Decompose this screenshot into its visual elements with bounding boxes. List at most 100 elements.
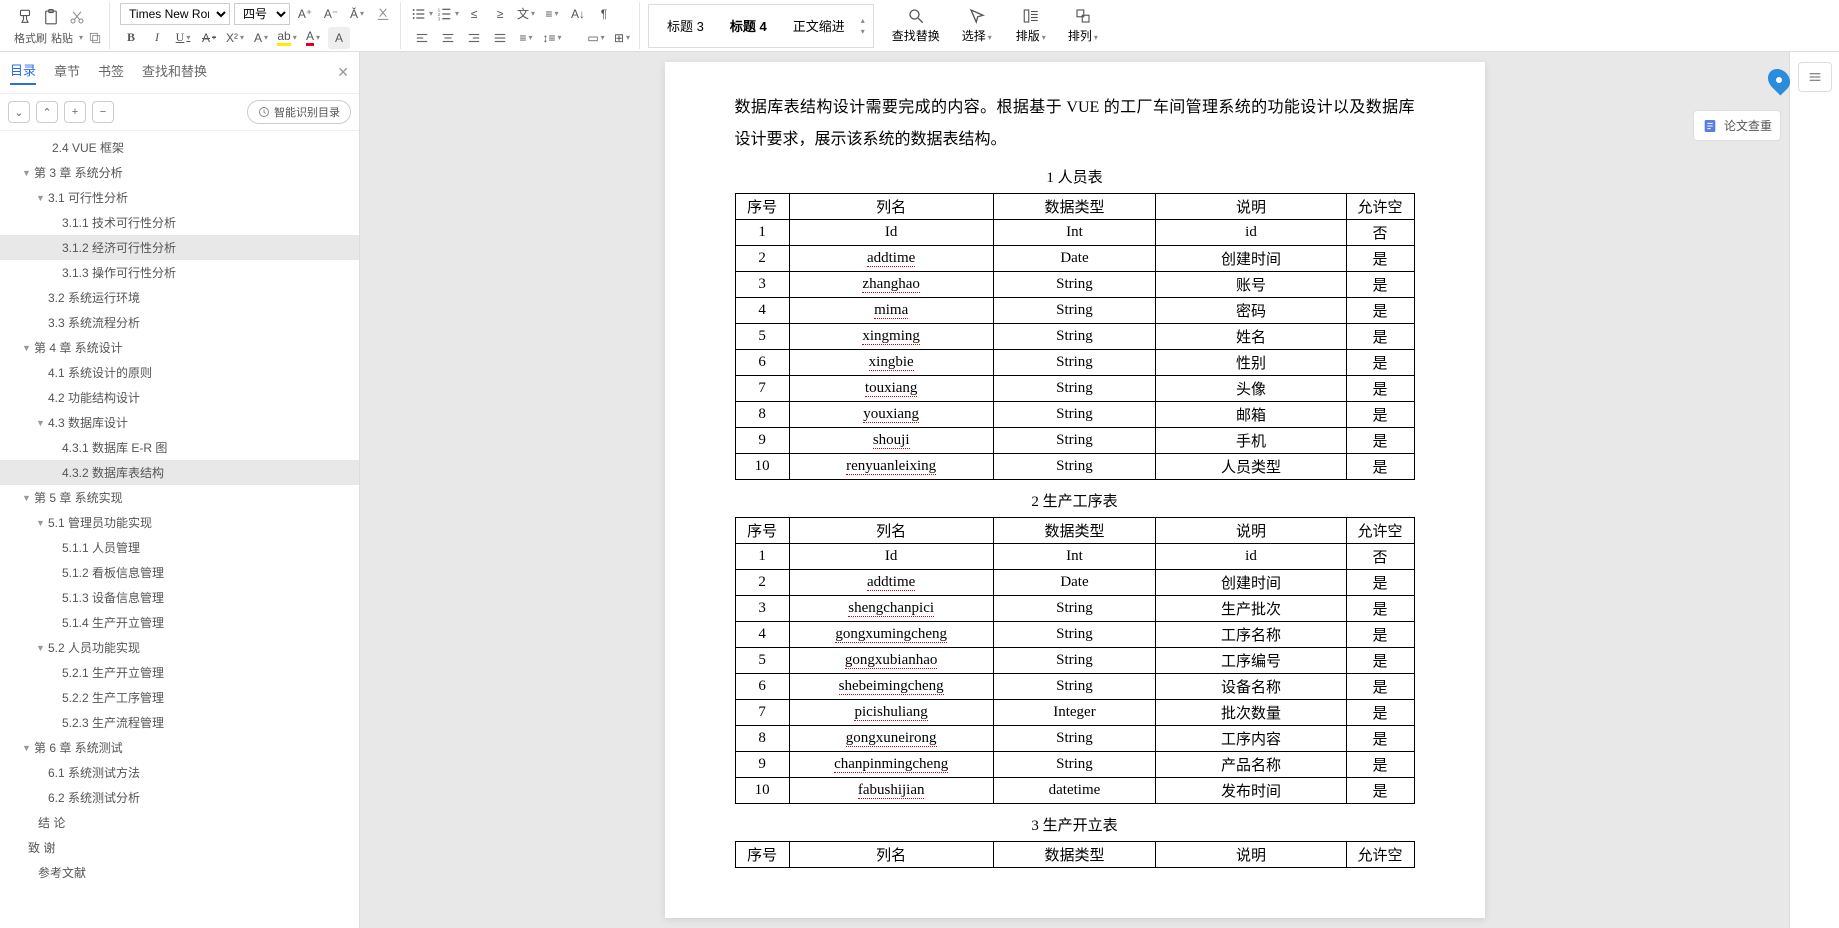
increase-font-icon[interactable]: A⁺ (294, 3, 316, 25)
tab-toc[interactable]: 目录 (10, 60, 36, 85)
toc-item[interactable]: 参考文献 (0, 860, 359, 885)
toc-item[interactable]: 5.1.4 生产开立管理 (0, 610, 359, 635)
show-marks-icon[interactable]: ¶ (593, 3, 615, 25)
font-size-select[interactable]: 四号 (234, 3, 290, 25)
toc-item[interactable]: ▼第 5 章 系统实现 (0, 485, 359, 510)
close-panel-icon[interactable]: ✕ (337, 64, 349, 81)
numbered-list-icon[interactable]: 123▾ (437, 3, 459, 25)
tab-bookmark[interactable]: 书签 (98, 61, 124, 84)
paper-check-button[interactable]: 论文查重 (1693, 110, 1781, 141)
table-cell: touxiang (789, 376, 993, 402)
copy-icon[interactable] (87, 30, 103, 46)
style-scroll-up-icon[interactable]: ▴ (861, 16, 865, 25)
toc-item[interactable]: 3.1.2 经济可行性分析 (0, 235, 359, 260)
paste-icon[interactable] (40, 6, 62, 28)
smart-toc-button[interactable]: 智能识别目录 (247, 100, 351, 124)
table-row: 5gongxubianhaoString工序编号是 (735, 648, 1414, 674)
table-cell: 是 (1346, 700, 1414, 726)
line-spacing-icon[interactable]: ≡▾ (541, 3, 563, 25)
toc-item[interactable]: 5.1.1 人员管理 (0, 535, 359, 560)
clear-format-icon[interactable] (372, 3, 394, 25)
toc-item[interactable]: 5.2.1 生产开立管理 (0, 660, 359, 685)
toc-item[interactable]: ▼第 6 章 系统测试 (0, 735, 359, 760)
format-painter-label[interactable]: 格式刷 (14, 30, 47, 46)
toc-remove-icon[interactable]: − (92, 101, 114, 123)
paste-label[interactable]: 粘贴 (51, 30, 73, 46)
borders-icon[interactable]: ⊞▾ (611, 27, 633, 49)
toc-item[interactable]: 3.2 系统运行环境 (0, 285, 359, 310)
toc-item[interactable]: ▼5.1 管理员功能实现 (0, 510, 359, 535)
toc-item[interactable]: ▼第 3 章 系统分析 (0, 160, 359, 185)
style-heading3[interactable]: 标题 3 (657, 12, 714, 39)
toc-item[interactable]: 4.1 系统设计的原则 (0, 360, 359, 385)
select-button[interactable]: 选择▾ (958, 5, 996, 46)
style-scroll-down-icon[interactable]: ▾ (861, 27, 865, 36)
align-left-icon[interactable] (411, 27, 433, 49)
toc-item[interactable]: 结 论 (0, 810, 359, 835)
table-cell: String (993, 726, 1156, 752)
tab-chapter[interactable]: 章节 (54, 61, 80, 84)
toc-item[interactable]: 5.2.2 生产工序管理 (0, 685, 359, 710)
paragraph-spacing-icon[interactable]: ↕≡▾ (541, 27, 563, 49)
bullet-list-icon[interactable]: ▾ (411, 3, 433, 25)
toc-item[interactable]: 3.3 系统流程分析 (0, 310, 359, 335)
toc-item[interactable]: 3.1.1 技术可行性分析 (0, 210, 359, 235)
toc-add-icon[interactable]: + (64, 101, 86, 123)
toc-item[interactable]: 3.1.3 操作可行性分析 (0, 260, 359, 285)
align-right-icon[interactable] (463, 27, 485, 49)
layout-button[interactable]: 排版▾ (1012, 5, 1050, 46)
style-body-indent[interactable]: 正文缩进 (783, 12, 855, 39)
font-color-icon[interactable]: A▾ (302, 27, 324, 49)
underline-icon[interactable]: U▾ (172, 27, 194, 49)
text-direction-icon[interactable]: 文▾ (515, 3, 537, 25)
toc-item[interactable]: 4.2 功能结构设计 (0, 385, 359, 410)
table-1: 序号列名数据类型说明允许空 1IdIntid否2addtimeDate创建时间是… (735, 193, 1415, 480)
shading-icon[interactable]: A (328, 27, 350, 49)
toc-item[interactable]: 致 谢 (0, 835, 359, 860)
toc-item[interactable]: 5.2.3 生产流程管理 (0, 710, 359, 735)
increase-indent-icon[interactable]: ≥ (489, 3, 511, 25)
toc-item[interactable]: 4.3.1 数据库 E-R 图 (0, 435, 359, 460)
table-cell: String (993, 298, 1156, 324)
toc-item[interactable]: 6.1 系统测试方法 (0, 760, 359, 785)
table-cell: mima (789, 298, 993, 324)
decrease-indent-icon[interactable]: ≤ (463, 3, 485, 25)
sort-icon[interactable]: A↓ (567, 3, 589, 25)
arrange-button[interactable]: 排列▾ (1064, 5, 1102, 46)
toc-collapse-icon[interactable]: ⌃ (36, 101, 58, 123)
font-family-select[interactable]: Times New Roma (120, 3, 230, 25)
highlight-icon[interactable]: ab▾ (276, 27, 298, 49)
toc-expand-icon[interactable]: ⌄ (8, 101, 30, 123)
toc-label: 4.2 功能结构设计 (48, 389, 140, 406)
toc-item[interactable]: ▼5.2 人员功能实现 (0, 635, 359, 660)
toc-item[interactable]: ▼第 4 章 系统设计 (0, 335, 359, 360)
menu-icon[interactable] (1798, 62, 1832, 92)
toc-item[interactable]: 5.1.3 设备信息管理 (0, 585, 359, 610)
distribute-icon[interactable]: ≡▾ (515, 27, 537, 49)
style-heading4[interactable]: 标题 4 (720, 12, 777, 39)
align-center-icon[interactable] (437, 27, 459, 49)
table-cell: Date (993, 246, 1156, 272)
strikethrough-icon[interactable]: A▾ (198, 27, 220, 49)
toc-item[interactable]: 5.1.2 看板信息管理 (0, 560, 359, 585)
table-cell: Id (789, 220, 993, 246)
toc-item[interactable]: ▼3.1 可行性分析 (0, 185, 359, 210)
bold-icon[interactable]: B (120, 27, 142, 49)
italic-icon[interactable]: I (146, 27, 168, 49)
shading-color-icon[interactable]: ▭▾ (585, 27, 607, 49)
decrease-font-icon[interactable]: A⁻ (320, 3, 342, 25)
change-case-icon[interactable]: Ǎ▾ (346, 3, 368, 25)
format-painter-icon[interactable] (14, 6, 36, 28)
find-replace-button[interactable]: 查找替换 (888, 5, 944, 46)
toc-item[interactable]: 2.4 VUE 框架 (0, 135, 359, 160)
text-effect-icon[interactable]: A▾ (250, 27, 272, 49)
style-gallery: 标题 3 标题 4 正文缩进 ▴ ▾ (648, 4, 874, 48)
superscript-icon[interactable]: X²▾ (224, 27, 246, 49)
toc-item[interactable]: 4.3.2 数据库表结构 (0, 460, 359, 485)
toc-item[interactable]: 6.2 系统测试分析 (0, 785, 359, 810)
cut-icon[interactable] (66, 6, 88, 28)
align-justify-icon[interactable] (489, 27, 511, 49)
tab-find-replace[interactable]: 查找和替换 (142, 61, 207, 84)
chevron-down-icon[interactable]: ▾ (79, 33, 83, 42)
toc-item[interactable]: ▼4.3 数据库设计 (0, 410, 359, 435)
